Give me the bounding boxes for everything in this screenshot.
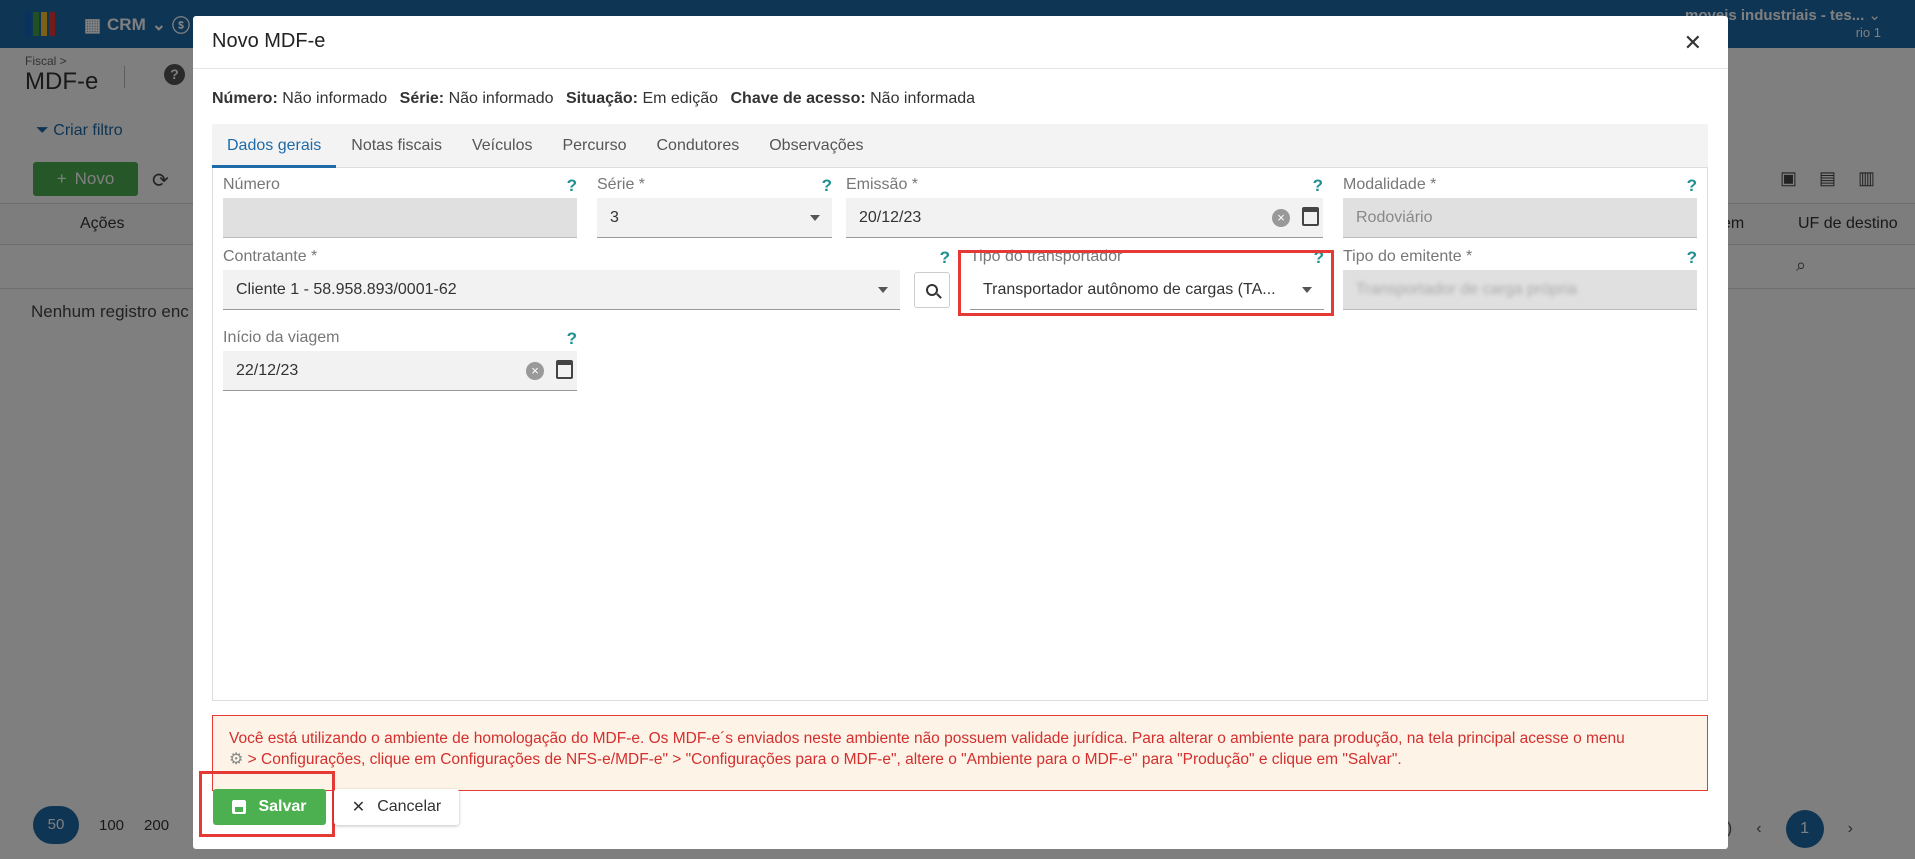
clear-icon[interactable]: × (526, 362, 544, 380)
tipo-emitente-input: Transportador de carga própria (1343, 270, 1697, 310)
tipo-emitente-value: Transportador de carga própria (1356, 280, 1577, 298)
calendar-icon[interactable] (556, 360, 573, 379)
numero-label: Número: (212, 90, 278, 107)
document-info: Número: Não informado Série: Não informa… (212, 90, 975, 108)
inicio-viagem-value: 22/12/23 (236, 361, 299, 379)
situacao-value: Em edição (642, 90, 719, 107)
help-icon[interactable]: ? (1687, 248, 1697, 268)
help-icon[interactable]: ? (567, 176, 577, 196)
modalidade-field: Modalidade * ? Rodoviário (1343, 176, 1697, 238)
serie-field: Série * ? 3 (597, 176, 832, 238)
contratante-field: Contratante * ? Cliente 1 - 58.958.893/0… (223, 248, 950, 310)
emissao-value: 20/12/23 (859, 208, 922, 226)
serie-label: Série: (399, 90, 445, 107)
tab-veiculos[interactable]: Veículos (457, 124, 547, 168)
dialog-title: Novo MDF-e (212, 30, 326, 52)
numero-value: Não informado (282, 90, 388, 107)
modalidade-label: Modalidade * (1343, 176, 1437, 193)
inicio-viagem-date-input[interactable]: 22/12/23 × (223, 351, 577, 391)
situacao-label: Situação: (565, 90, 638, 107)
help-icon[interactable]: ? (940, 248, 950, 268)
calendar-icon[interactable] (1302, 207, 1319, 226)
highlight-tipo-transportador (958, 250, 1334, 316)
numero-label: Número (223, 176, 280, 193)
close-icon[interactable]: ✕ (1684, 30, 1702, 56)
search-contratante-button[interactable] (914, 272, 950, 308)
divider (193, 68, 1728, 69)
dropdown-arrow-icon (878, 287, 888, 293)
help-icon[interactable]: ? (1313, 176, 1323, 196)
close-icon: ✕ (351, 799, 366, 816)
search-icon (926, 284, 938, 296)
inicio-viagem-field: Início da viagem ? 22/12/23 × (223, 329, 577, 391)
serie-label: Série * (597, 176, 646, 193)
chave-value: Não informada (870, 90, 976, 107)
serie-value: Não informado (448, 90, 554, 107)
numero-input (223, 198, 577, 238)
cancel-button-label: Cancelar (377, 798, 442, 815)
help-icon[interactable]: ? (1687, 176, 1697, 196)
warning-text-2: > Configurações, clique em Configurações… (247, 751, 1402, 768)
tab-observacoes[interactable]: Observações (754, 124, 878, 168)
emissao-date-input[interactable]: 20/12/23 × (846, 198, 1323, 238)
contratante-value: Cliente 1 - 58.958.893/0001-62 (236, 280, 457, 298)
tab-condutores[interactable]: Condutores (642, 124, 755, 168)
tab-bar: Dados gerais Notas fiscais Veículos Perc… (212, 124, 1708, 168)
modalidade-input: Rodoviário (1343, 198, 1697, 238)
tab-percurso[interactable]: Percurso (547, 124, 641, 168)
serie-value: 3 (610, 208, 619, 226)
tipo-emitente-field: Tipo do emitente * ? Transportador de ca… (1343, 248, 1697, 310)
inicio-viagem-label: Início da viagem (223, 329, 340, 346)
gear-icon: ⚙ (229, 751, 244, 768)
dropdown-arrow-icon (810, 215, 820, 221)
contratante-label: Contratante * (223, 248, 318, 265)
warning-text-1: Você está utilizando o ambiente de homol… (229, 730, 1625, 747)
new-mdfe-dialog: Novo MDF-e ✕ Número: Não informado Série… (193, 16, 1728, 849)
clear-icon[interactable]: × (1272, 209, 1290, 227)
tab-notas-fiscais[interactable]: Notas fiscais (336, 124, 457, 168)
chave-label: Chave de acesso: (730, 90, 866, 107)
emissao-field: Emissão * ? 20/12/23 × (846, 176, 1323, 238)
cancel-button[interactable]: ✕ Cancelar (334, 789, 459, 825)
highlight-save-button (199, 771, 335, 837)
homologation-warning: Você está utilizando o ambiente de homol… (212, 715, 1708, 791)
emissao-label: Emissão * (846, 176, 919, 193)
tipo-emitente-label: Tipo do emitente * (1343, 248, 1473, 265)
tab-dados-gerais[interactable]: Dados gerais (212, 124, 337, 168)
help-icon[interactable]: ? (567, 329, 577, 349)
numero-field: Número ? (223, 176, 577, 238)
help-icon[interactable]: ? (822, 176, 832, 196)
contratante-select[interactable]: Cliente 1 - 58.958.893/0001-62 (223, 270, 900, 310)
serie-select[interactable]: 3 (597, 198, 832, 238)
